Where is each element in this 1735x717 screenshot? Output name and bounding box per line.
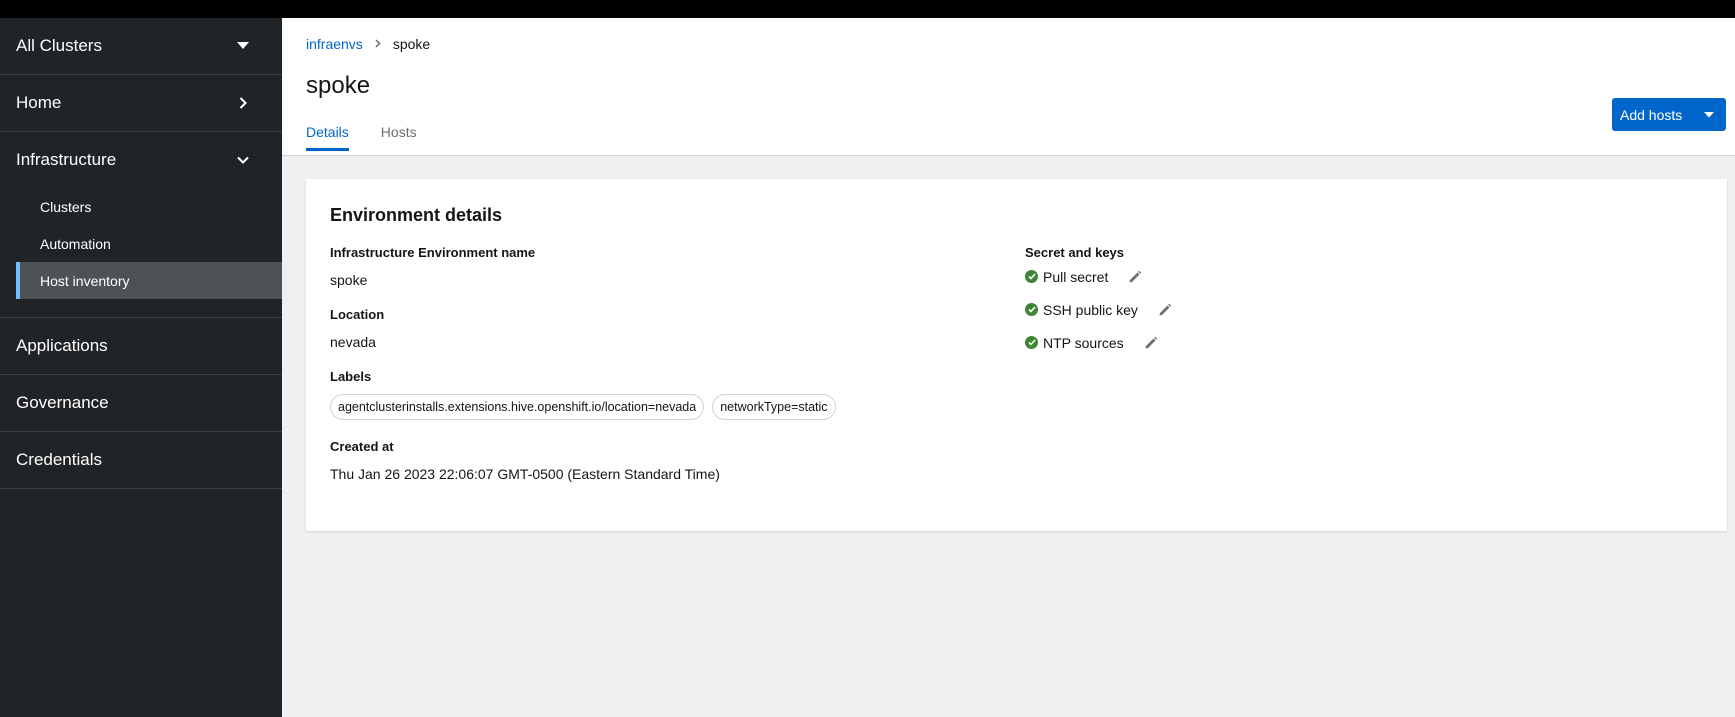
sidebar-item-governance[interactable]: Governance <box>0 375 282 432</box>
field-label: Location <box>330 307 385 322</box>
page-title: spoke <box>306 72 371 99</box>
sidebar-item-applications[interactable]: Applications <box>0 318 282 375</box>
sidebar-item-automation[interactable]: Automation <box>0 225 282 262</box>
field-label: Infrastructure Environment name <box>330 245 536 260</box>
field-label: Secret and keys <box>1025 245 1125 260</box>
field-value: spoke <box>330 272 368 288</box>
sidebar-item-label: Home <box>16 93 62 112</box>
secret-item-ntp-sources: NTP sources <box>1025 326 1525 359</box>
label-chip: networkType=static <box>712 394 836 420</box>
sidebar-item-label: Governance <box>16 393 109 412</box>
main-content: infraenvs spoke spoke Details Hosts Add … <box>282 18 1735 717</box>
field-labels: Labels agentclusterinstalls.extensions.h… <box>330 369 990 420</box>
field-created-at: Created at Thu Jan 26 2023 22:06:07 GMT-… <box>330 439 990 482</box>
field-value: nevada <box>330 334 376 350</box>
cluster-switcher[interactable]: All Clusters <box>0 18 282 75</box>
tab-hosts[interactable]: Hosts <box>381 124 417 150</box>
cluster-switcher-label: All Clusters <box>16 36 102 55</box>
infrastructure-subnav: Clusters Automation Host inventory <box>0 188 282 317</box>
label-chip: agentclusterinstalls.extensions.hive.ope… <box>330 394 705 420</box>
field-value: Thu Jan 26 2023 22:06:07 GMT-0500 (Easte… <box>330 466 720 482</box>
sidebar-item-label: Clusters <box>40 198 92 215</box>
tab-details[interactable]: Details <box>306 124 349 151</box>
sidebar-item-credentials[interactable]: Credentials <box>0 432 282 489</box>
secret-label: SSH public key <box>1043 301 1138 318</box>
caret-down-icon <box>1690 111 1726 118</box>
check-circle-icon <box>1025 270 1038 283</box>
sidebar-item-label: Applications <box>16 336 108 355</box>
check-circle-icon <box>1025 336 1038 349</box>
field-location: Location nevada <box>330 307 990 350</box>
pencil-icon[interactable] <box>1144 336 1158 350</box>
pencil-icon[interactable] <box>1158 303 1172 317</box>
secret-label: NTP sources <box>1043 334 1124 351</box>
add-hosts-label: Add hosts <box>1620 106 1683 123</box>
field-name: Infrastructure Environment name spoke <box>330 245 990 288</box>
sidebar-item-host-inventory[interactable]: Host inventory <box>16 262 282 299</box>
pencil-icon[interactable] <box>1128 270 1142 284</box>
check-circle-icon <box>1025 303 1038 316</box>
sidebar-item-label: Credentials <box>16 450 102 469</box>
secret-item-pull-secret: Pull secret <box>1025 260 1525 293</box>
add-hosts-button[interactable]: Add hosts <box>1612 98 1727 131</box>
sidebar-item-label: Host inventory <box>40 272 130 289</box>
label-chips: agentclusterinstalls.extensions.hive.ope… <box>330 394 990 420</box>
sidebar-item-label: Automation <box>40 235 111 252</box>
details-right-column: Secret and keys Pull secret SSH public k… <box>1025 245 1525 359</box>
top-bar <box>0 0 1735 18</box>
caret-down-icon <box>236 39 250 53</box>
tabs: Details Hosts <box>306 124 449 151</box>
field-label: Labels <box>330 369 372 384</box>
breadcrumb-link-infraenvs[interactable]: infraenvs <box>306 36 363 52</box>
sidebar-item-clusters[interactable]: Clusters <box>0 188 282 225</box>
sidebar: All Clusters Home Infrastructure Cluster… <box>0 18 282 717</box>
sidebar-item-infrastructure[interactable]: Infrastructure <box>0 132 282 188</box>
card-title: Environment details <box>330 205 503 225</box>
page-header: infraenvs spoke spoke Details Hosts Add … <box>282 18 1735 156</box>
chevron-right-icon <box>236 96 250 110</box>
secret-label: Pull secret <box>1043 268 1109 285</box>
details-left-column: Infrastructure Environment name spoke Lo… <box>330 245 990 501</box>
breadcrumb: infraenvs spoke <box>306 36 430 52</box>
breadcrumb-current: spoke <box>392 36 431 52</box>
sidebar-item-label: Infrastructure <box>16 150 117 169</box>
chevron-right-icon <box>375 37 381 51</box>
field-label: Created at <box>330 439 394 454</box>
secret-item-ssh-public-key: SSH public key <box>1025 293 1525 326</box>
environment-details-card: Environment details Infrastructure Envir… <box>306 179 1727 531</box>
sidebar-item-home[interactable]: Home <box>0 75 282 132</box>
sidebar-group-infrastructure: Infrastructure Clusters Automation Host … <box>0 132 282 318</box>
chevron-down-icon <box>236 153 250 167</box>
